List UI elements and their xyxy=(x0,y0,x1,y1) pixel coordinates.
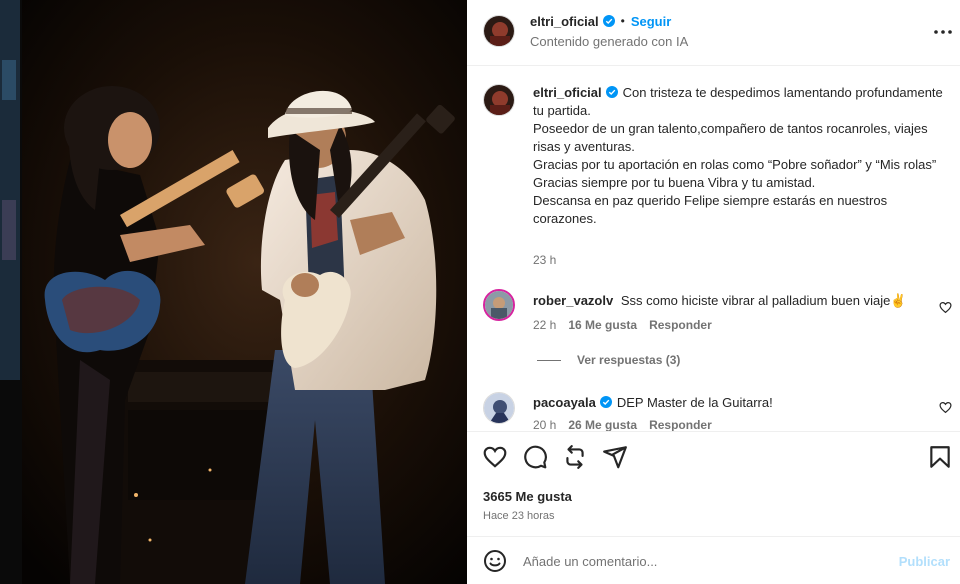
verified-badge-icon xyxy=(602,15,615,27)
verified-badge-icon xyxy=(605,86,618,98)
reply-button[interactable]: Responder xyxy=(649,318,712,332)
ai-generated-label[interactable]: Contenido generado con IA xyxy=(530,34,688,49)
commenter-avatar[interactable] xyxy=(483,289,515,321)
caption-time[interactable]: 23 h xyxy=(533,253,556,267)
caption-username[interactable]: eltri_oficial xyxy=(533,85,602,100)
caption-line: Descansa en paz querido Felipe siempre e… xyxy=(533,193,888,226)
reply-button[interactable]: Responder xyxy=(649,418,712,431)
verified-badge-icon xyxy=(599,396,612,408)
dot-separator: • xyxy=(620,14,625,28)
comment-username[interactable]: pacoayala xyxy=(533,395,596,410)
comment-time[interactable]: 20 h xyxy=(533,418,556,431)
comment-likes[interactable]: 26 Me gusta xyxy=(568,418,637,431)
post-photo[interactable] xyxy=(0,0,467,584)
comment-username[interactable]: rober_vazolv xyxy=(533,293,613,308)
post-header: eltri_oficial • Seguir Contenido generad… xyxy=(467,0,960,66)
author-username[interactable]: eltri_oficial xyxy=(530,14,599,29)
view-replies-button[interactable]: Ver respuestas (3) xyxy=(537,353,680,367)
more-options-icon[interactable] xyxy=(932,21,954,43)
post-side-panel: eltri_oficial • Seguir Contenido generad… xyxy=(467,0,960,584)
comment-meta: 20 h 26 Me gusta Responder xyxy=(533,418,712,431)
caption-line: Poseedor de un gran talento,compañero de… xyxy=(533,121,928,154)
post-actions: 3665 Me gusta Hace 23 horas xyxy=(467,431,960,535)
comments-section[interactable]: eltri_oficial Con tristeza te despedimos … xyxy=(467,67,960,431)
comment-input[interactable] xyxy=(523,548,883,574)
emoji-icon[interactable] xyxy=(483,549,507,573)
bookmark-icon[interactable] xyxy=(927,444,953,470)
comment-meta: 22 h 16 Me gusta Responder xyxy=(533,318,712,332)
heart-icon[interactable] xyxy=(482,444,508,470)
author-avatar[interactable] xyxy=(483,15,515,47)
repost-icon[interactable] xyxy=(562,444,588,470)
comment-row: rober_vazolv Sss como hiciste vibrar al … xyxy=(533,292,945,310)
commenter-avatar[interactable] xyxy=(483,392,515,424)
caption-line: Gracias por tu aportación en rolas como … xyxy=(533,157,937,172)
comment-like-heart-icon[interactable] xyxy=(939,301,952,314)
share-icon[interactable] xyxy=(602,444,628,470)
comment-time[interactable]: 22 h xyxy=(533,318,556,332)
caption-meta: 23 h xyxy=(533,253,556,267)
comment-row: pacoayala DEP Master de la Guitarra! xyxy=(533,394,945,412)
caption-avatar[interactable] xyxy=(483,84,515,116)
post-caption: eltri_oficial Con tristeza te despedimos … xyxy=(533,84,945,228)
post-time-ago[interactable]: Hace 23 horas xyxy=(483,510,555,522)
follow-button[interactable]: Seguir xyxy=(631,14,671,29)
comment-text: Sss como hiciste vibrar al palladium bue… xyxy=(620,293,907,308)
add-comment-bar: Publicar xyxy=(467,536,960,584)
comment-likes[interactable]: 16 Me gusta xyxy=(568,318,637,332)
view-replies-label: Ver respuestas (3) xyxy=(577,353,681,367)
caption-line: Gracias siempre por tu buena Vibra y tu … xyxy=(533,175,816,190)
concert-photo xyxy=(0,0,467,584)
publish-button[interactable]: Publicar xyxy=(899,554,950,569)
likes-count[interactable]: 3665 Me gusta xyxy=(483,489,572,504)
author-row: eltri_oficial • Seguir xyxy=(530,12,671,30)
replies-divider-line xyxy=(537,359,561,361)
comment-icon[interactable] xyxy=(522,444,548,470)
comment-text: DEP Master de la Guitarra! xyxy=(616,395,773,410)
comment-like-heart-icon[interactable] xyxy=(939,401,952,414)
